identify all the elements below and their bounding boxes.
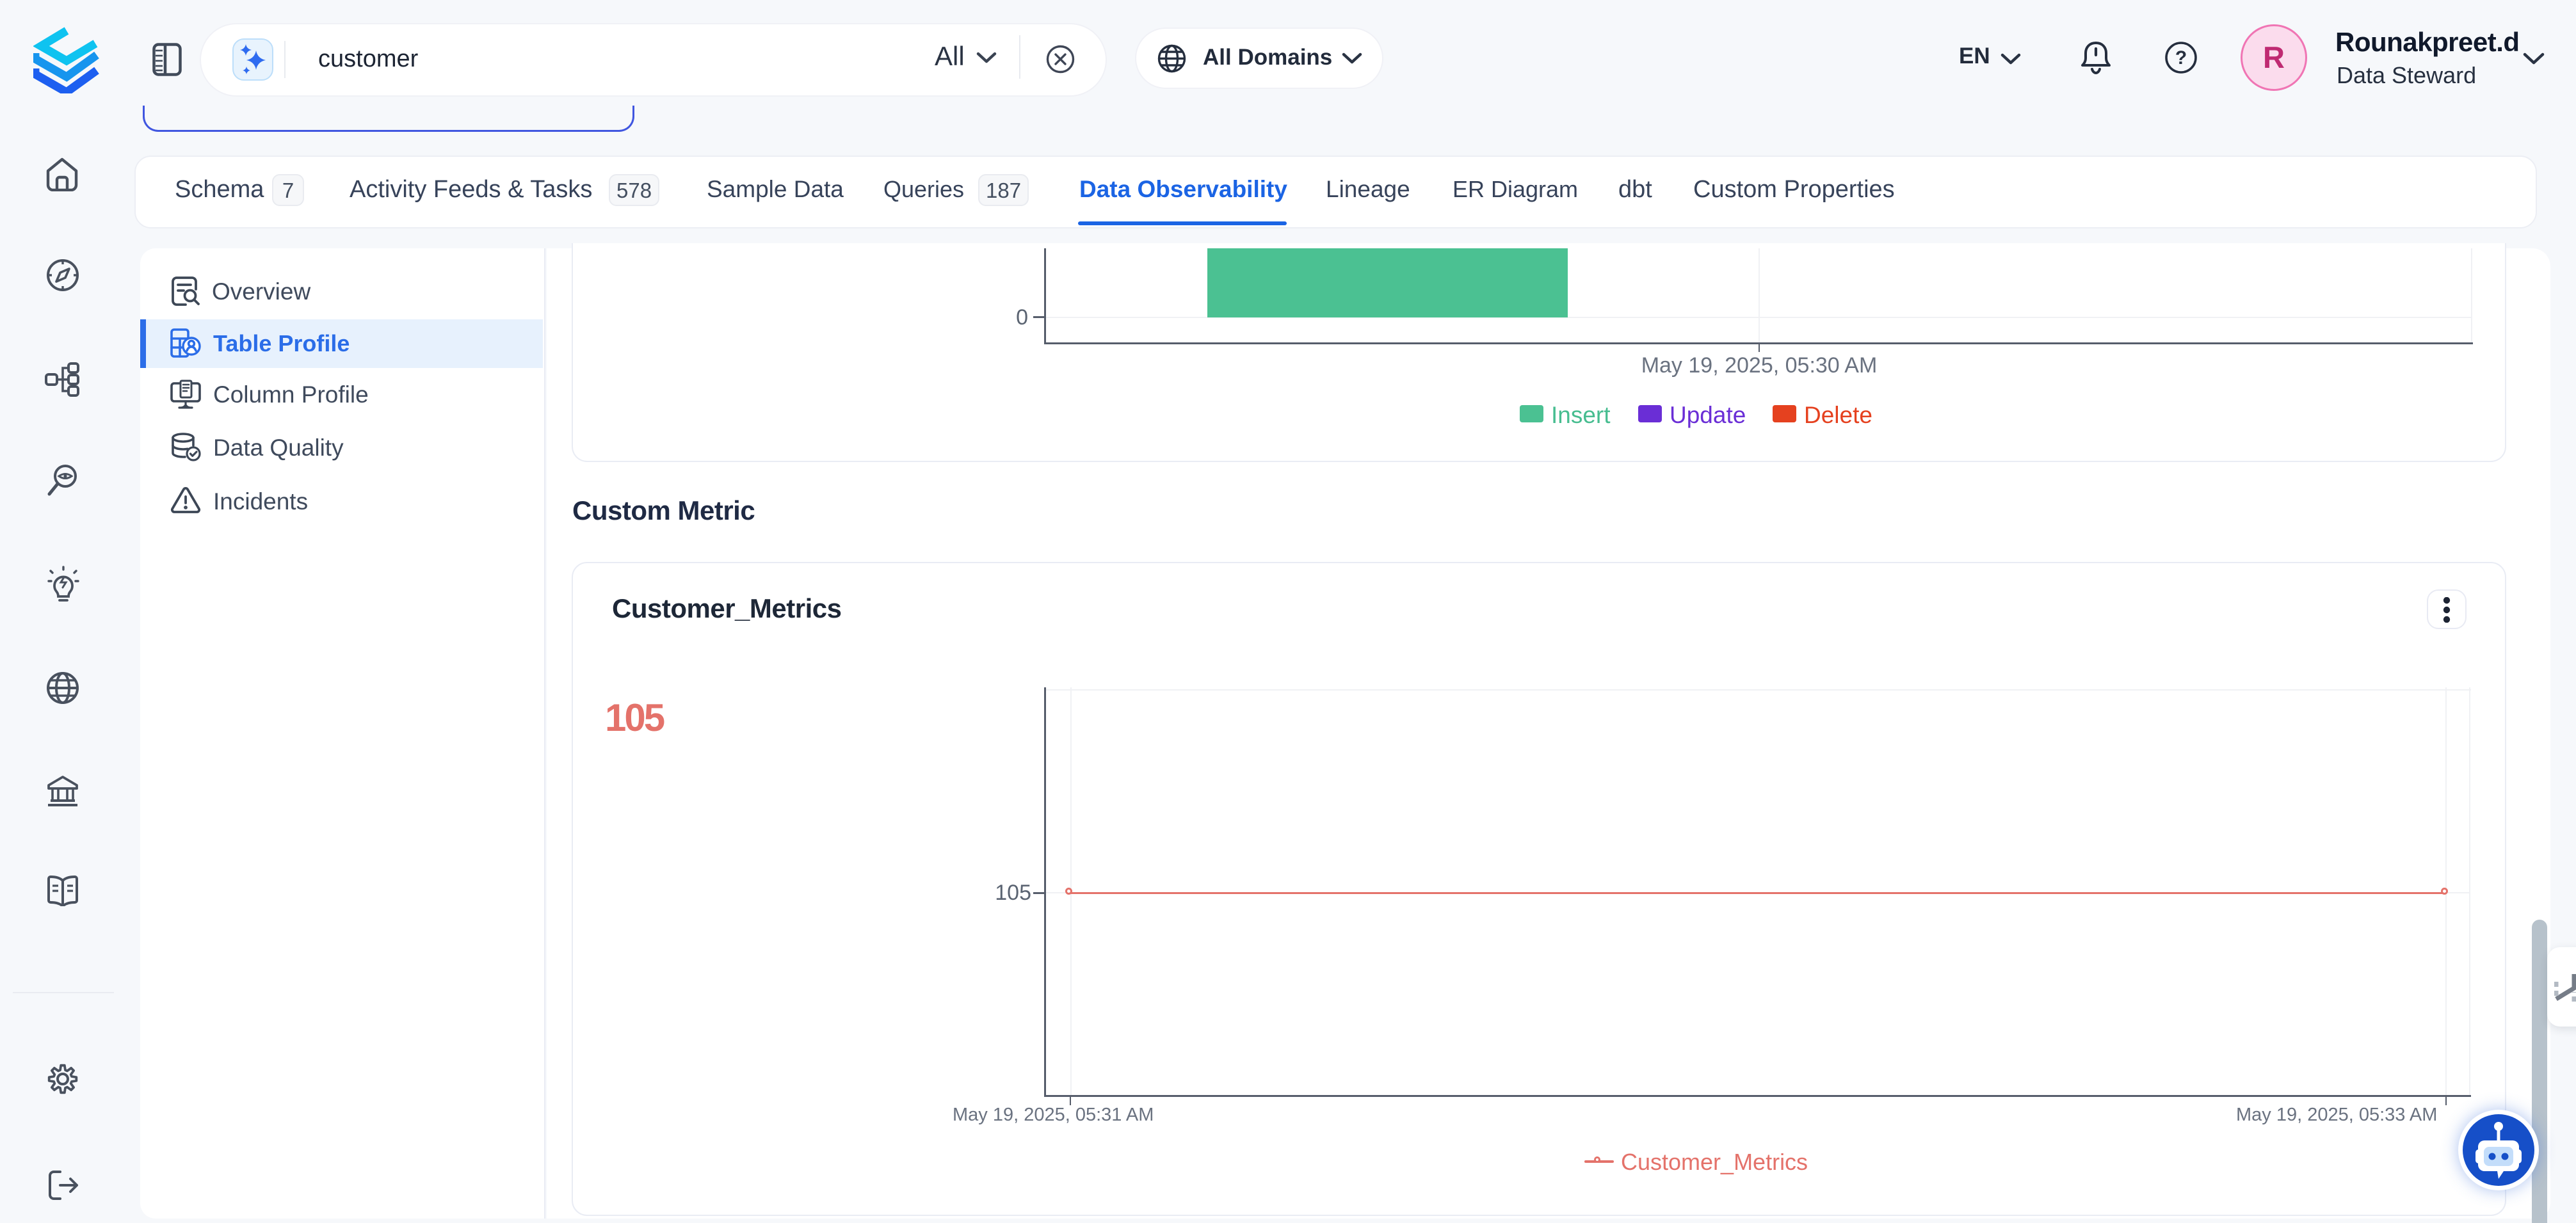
svg-text:?: ? — [2175, 47, 2187, 68]
